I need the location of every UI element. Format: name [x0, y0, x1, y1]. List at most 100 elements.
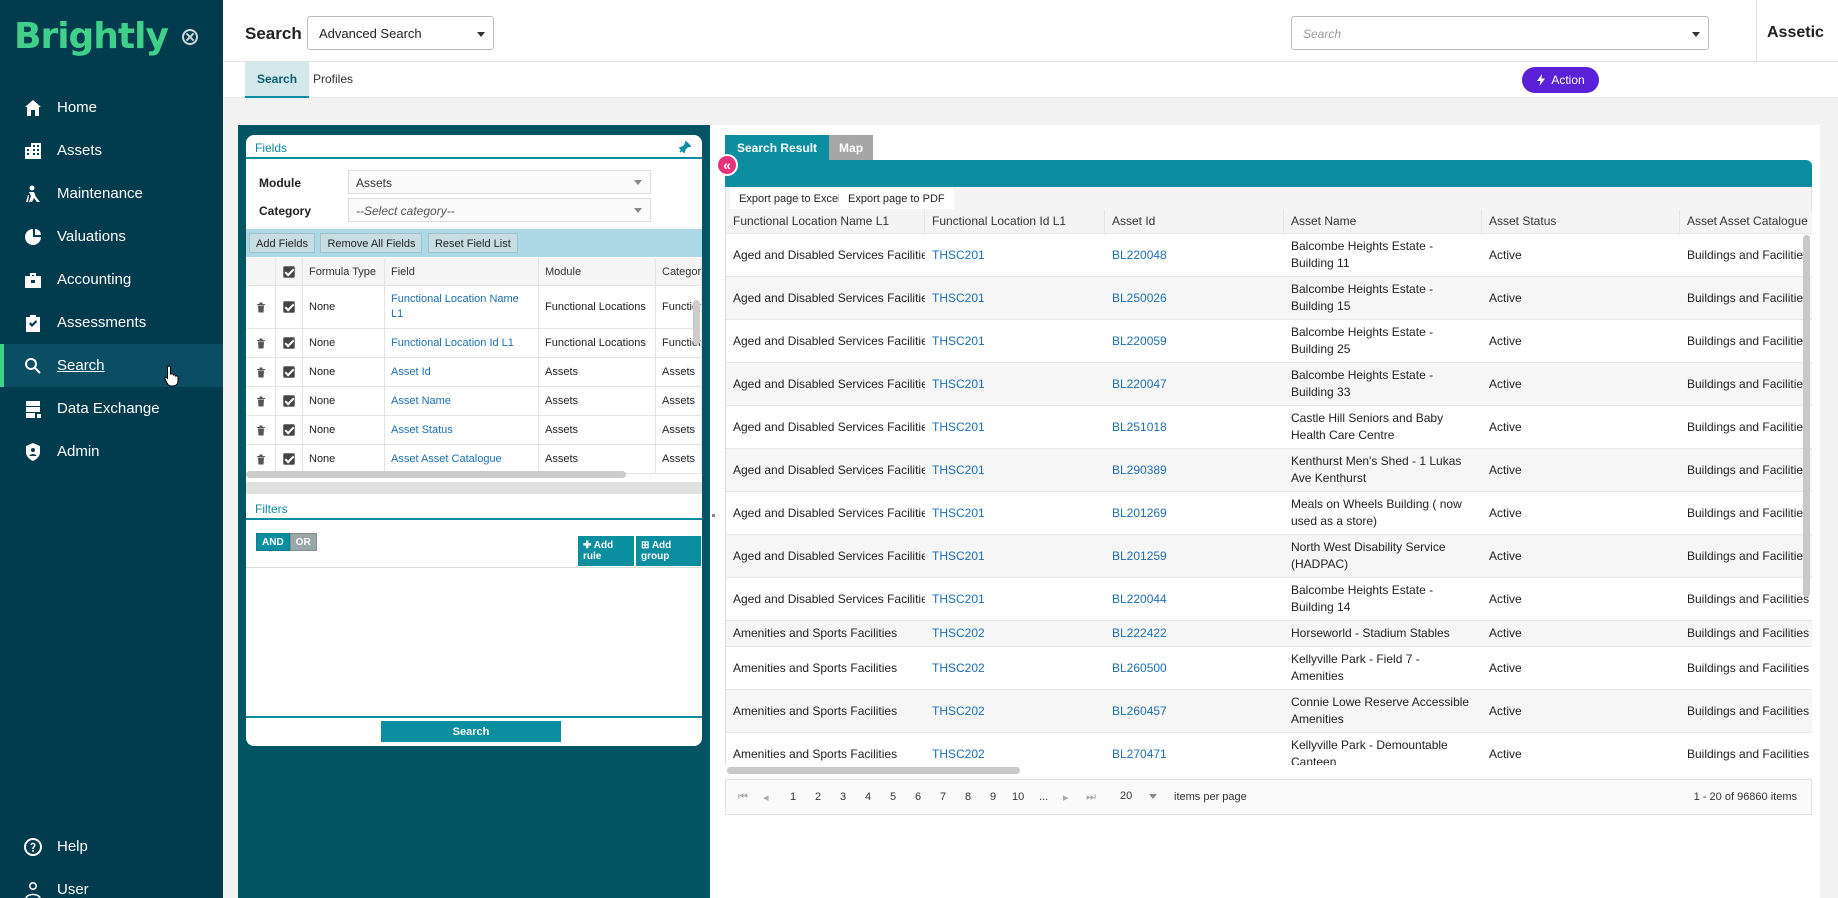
header-cell[interactable]: Functional Location Name L1: [726, 210, 925, 233]
table-row[interactable]: Aged and Disabled Services Facilities THS…: [726, 535, 1812, 578]
page-5[interactable]: 5: [890, 791, 896, 803]
panel-splitter[interactable]: [712, 514, 715, 517]
asset-id-cell[interactable]: BL251018: [1105, 406, 1284, 448]
header-cell[interactable]: Asset Status: [1482, 210, 1680, 233]
page-1[interactable]: 1: [790, 791, 796, 803]
formula-type-cell[interactable]: None: [303, 358, 385, 386]
caret-down-icon[interactable]: [1692, 32, 1700, 37]
header-cell[interactable]: Module: [539, 258, 656, 285]
formula-type-cell[interactable]: None: [303, 286, 385, 328]
double-chevron-left-icon[interactable]: «: [716, 154, 738, 176]
row-checkbox[interactable]: [283, 301, 295, 313]
functional-location-id-cell[interactable]: THSC201: [925, 578, 1105, 620]
collapse-panel-icon[interactable]: [678, 140, 692, 154]
global-search-input[interactable]: Search: [1291, 16, 1709, 50]
formula-type-cell[interactable]: None: [303, 416, 385, 444]
sidebar-item-accounting[interactable]: Accounting: [0, 258, 223, 301]
header-cell[interactable]: Functional Location Id L1: [925, 210, 1105, 233]
row-checkbox-cell[interactable]: [276, 286, 303, 328]
functional-location-id-cell[interactable]: THSC201: [925, 535, 1105, 577]
reset-field-list-button[interactable]: Reset Field List: [427, 233, 518, 253]
and-button[interactable]: AND: [256, 533, 290, 551]
functional-location-id-cell[interactable]: THSC201: [925, 363, 1105, 405]
header-cell[interactable]: Asset Id: [1105, 210, 1284, 233]
row-checkbox[interactable]: [283, 453, 295, 465]
tab-search-result[interactable]: Search Result: [725, 135, 830, 160]
table-row[interactable]: Aged and Disabled Services Facilities THS…: [726, 406, 1812, 449]
field-name-cell[interactable]: Functional Location Name L1: [385, 286, 539, 328]
export-pdf-button[interactable]: Export page to PDF: [839, 189, 954, 209]
prev-page-icon[interactable]: ◂: [763, 791, 769, 804]
delete-field-cell[interactable]: [246, 358, 276, 386]
asset-id-cell[interactable]: BL201269: [1105, 492, 1284, 534]
fields-vertical-scrollbar[interactable]: [693, 300, 700, 345]
sidebar-item-data-exchange[interactable]: Data Exchange: [0, 387, 223, 430]
sidebar-item-search[interactable]: Search: [0, 344, 223, 387]
functional-location-id-cell[interactable]: THSC201: [925, 449, 1105, 491]
functional-location-id-cell[interactable]: THSC201: [925, 277, 1105, 319]
page-10[interactable]: 10: [1012, 791, 1024, 803]
delete-field-cell[interactable]: [246, 286, 276, 328]
add-fields-button[interactable]: Add Fields: [249, 233, 315, 253]
row-checkbox[interactable]: [283, 366, 295, 378]
table-row[interactable]: Amenities and Sports Facilities THSC202 BL…: [726, 647, 1812, 690]
asset-id-cell[interactable]: BL201259: [1105, 535, 1284, 577]
or-button[interactable]: OR: [289, 533, 317, 551]
search-type-select[interactable]: Advanced Search: [307, 16, 494, 50]
sidebar-item-assets[interactable]: Assets: [0, 129, 223, 172]
header-checkbox-cell[interactable]: [276, 258, 303, 285]
table-row[interactable]: Amenities and Sports Facilities THSC202 BL…: [726, 733, 1812, 765]
formula-type-cell[interactable]: None: [303, 445, 385, 473]
category-select[interactable]: --Select category--: [348, 198, 651, 222]
export-excel-button[interactable]: Export page to Excel: [730, 189, 850, 209]
remove-all-fields-button[interactable]: Remove All Fields: [320, 233, 423, 253]
asset-id-cell[interactable]: BL250026: [1105, 277, 1284, 319]
header-cell[interactable]: Category: [656, 258, 702, 285]
functional-location-id-cell[interactable]: THSC202: [925, 647, 1105, 689]
page-9[interactable]: 9: [990, 791, 996, 803]
row-checkbox[interactable]: [283, 424, 295, 436]
results-horizontal-scrollbar[interactable]: [727, 767, 1020, 774]
row-checkbox-cell[interactable]: [276, 416, 303, 444]
sidebar-item-valuations[interactable]: Valuations: [0, 215, 223, 258]
asset-id-cell[interactable]: BL260457: [1105, 690, 1284, 732]
asset-id-cell[interactable]: BL270471: [1105, 733, 1284, 765]
page-6[interactable]: 6: [915, 791, 921, 803]
add-rule-button[interactable]: ✚ Add rule: [577, 535, 636, 567]
table-row[interactable]: Aged and Disabled Services Facilities THS…: [726, 320, 1812, 363]
table-row[interactable]: Aged and Disabled Services Facilities THS…: [726, 277, 1812, 320]
table-row[interactable]: Aged and Disabled Services Facilities THS…: [726, 449, 1812, 492]
asset-id-cell[interactable]: BL220044: [1105, 578, 1284, 620]
field-name-cell[interactable]: Asset Id: [385, 358, 539, 386]
search-button[interactable]: Search: [381, 721, 561, 742]
asset-id-cell[interactable]: BL220059: [1105, 320, 1284, 362]
functional-location-id-cell[interactable]: THSC201: [925, 492, 1105, 534]
asset-id-cell[interactable]: BL220048: [1105, 234, 1284, 276]
trash-icon[interactable]: [256, 302, 266, 313]
header-cell[interactable]: Asset Asset Catalogue: [1680, 210, 1812, 233]
first-page-icon[interactable]: ⏮: [738, 791, 748, 804]
next-page-icon[interactable]: ▸: [1063, 791, 1069, 804]
field-name-cell[interactable]: Asset Status: [385, 416, 539, 444]
row-checkbox-cell[interactable]: [276, 387, 303, 415]
table-row[interactable]: Amenities and Sports Facilities THSC202 BL…: [726, 690, 1812, 733]
sidebar-item-help[interactable]: Help: [0, 825, 223, 868]
trash-icon[interactable]: [256, 454, 266, 465]
fields-horizontal-scrollbar[interactable]: [246, 471, 626, 478]
asset-id-cell[interactable]: BL260500: [1105, 647, 1284, 689]
table-row[interactable]: Amenities and Sports Facilities THSC202 BL…: [726, 621, 1812, 647]
formula-type-cell[interactable]: None: [303, 387, 385, 415]
module-select[interactable]: Assets: [348, 170, 651, 194]
page-7[interactable]: 7: [940, 791, 946, 803]
functional-location-id-cell[interactable]: THSC201: [925, 234, 1105, 276]
page-2[interactable]: 2: [815, 791, 821, 803]
tab-map[interactable]: Map: [829, 135, 874, 160]
table-row[interactable]: Aged and Disabled Services Facilities THS…: [726, 492, 1812, 535]
delete-field-cell[interactable]: [246, 329, 276, 357]
collapse-sidebar-icon[interactable]: [181, 28, 198, 45]
functional-location-id-cell[interactable]: THSC202: [925, 690, 1105, 732]
sidebar-item-user[interactable]: User: [0, 868, 223, 898]
asset-id-cell[interactable]: BL222422: [1105, 621, 1284, 646]
field-name-cell[interactable]: Asset Name: [385, 387, 539, 415]
row-checkbox[interactable]: [283, 337, 295, 349]
